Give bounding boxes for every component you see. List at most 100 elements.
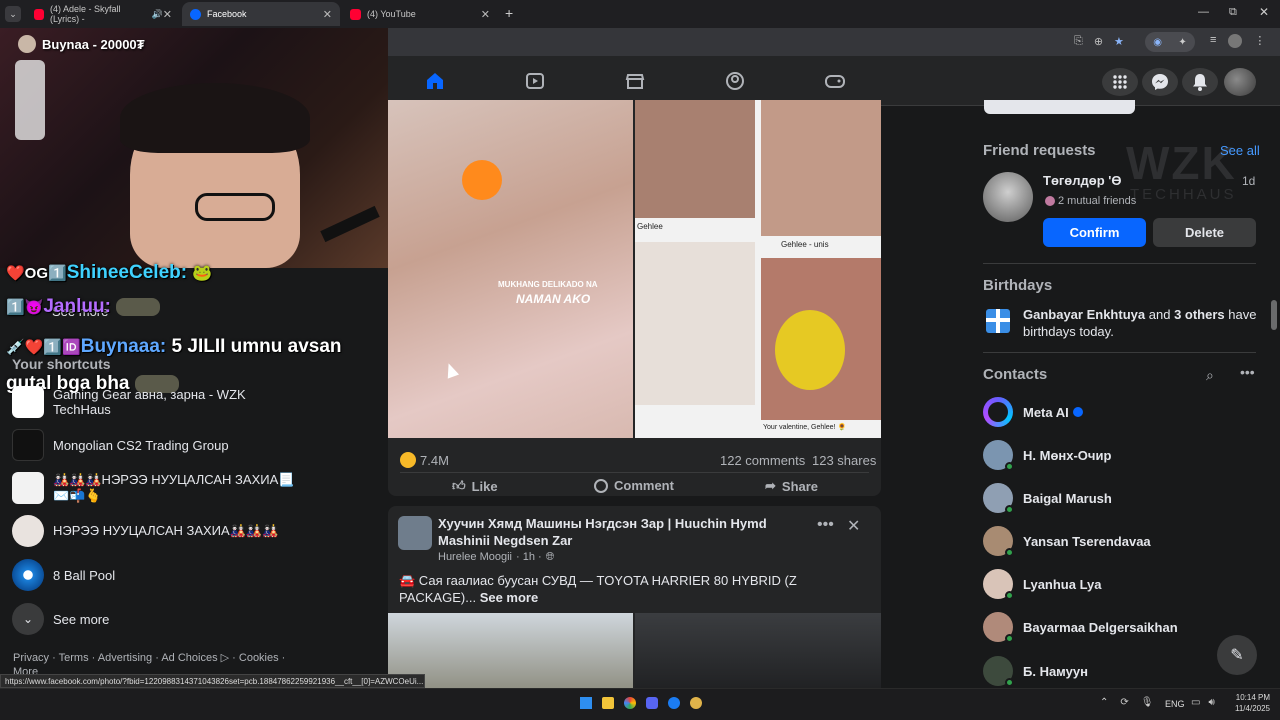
author-name[interactable]: Hurelee Moogii — [438, 551, 512, 564]
contact-item[interactable]: Baigal Marush — [983, 483, 1112, 514]
file-explorer-icon[interactable] — [602, 697, 614, 709]
windows-start-icon[interactable] — [580, 697, 592, 709]
reaction-summary[interactable]: 7.4M — [400, 452, 449, 468]
post-photo-grid[interactable]: Gehlee Gehlee - unis Your valentine, Geh… — [635, 100, 881, 438]
comment-button[interactable]: Comment — [594, 478, 674, 493]
close-window-button[interactable]: ✕ — [1259, 5, 1269, 19]
see-more-link[interactable]: See more — [480, 590, 539, 605]
glasses-decoration — [195, 193, 275, 221]
birthday-others[interactable]: 3 others — [1174, 307, 1225, 322]
contact-item[interactable]: Bayarmaa Delgersaikhan — [983, 612, 1178, 643]
shortcut-item[interactable]: 🎎🎎🎎НЭРЭЭ НУУЦАЛСАН ЗАХИА📃✉️📬🫰 — [12, 472, 302, 504]
app-icon[interactable] — [690, 697, 702, 709]
comments-count[interactable]: 122 comments — [720, 453, 805, 468]
contact-name: Meta AI — [1023, 404, 1069, 420]
discord-icon[interactable] — [646, 697, 658, 709]
search-icon[interactable]: ⌕ — [1206, 367, 1214, 384]
contact-item[interactable]: Meta AI — [983, 397, 1083, 427]
friend-requests-header: Friend requests — [983, 142, 1096, 159]
shares-count[interactable]: 123 shares — [812, 453, 876, 468]
delete-button[interactable]: Delete — [1153, 218, 1256, 247]
donor-avatar — [18, 35, 36, 53]
see-all-link[interactable]: See all — [1220, 143, 1260, 158]
shortcut-item[interactable]: Mongolian CS2 Trading Group — [12, 429, 229, 461]
microphone-icon[interactable]: 🎙︎ — [1141, 697, 1154, 708]
chevron-up-icon[interactable]: ⌃ — [1100, 697, 1108, 708]
groups-icon[interactable] — [724, 70, 746, 92]
monitor-icon[interactable]: ▭ — [1191, 697, 1200, 708]
close-icon[interactable]: ✕ — [163, 8, 172, 21]
new-tab-button[interactable]: + — [505, 5, 513, 21]
new-message-icon[interactable]: ✎ — [1217, 635, 1257, 675]
volume-icon[interactable]: 🔊︎ — [1208, 697, 1214, 708]
install-app-icon[interactable]: ⎘ — [1074, 35, 1083, 48]
menu-grid-icon[interactable] — [1102, 68, 1138, 96]
extensions-group[interactable]: ◉ ✦ — [1145, 32, 1195, 52]
group-name[interactable]: Хуучин Хямд Машины Нэгдсэн Зар | Huuchin… — [438, 515, 808, 549]
contact-item[interactable]: Н. Мөнх-Очир — [983, 440, 1112, 471]
youtube-icon — [34, 8, 44, 20]
more-options-icon[interactable]: ••• — [817, 516, 834, 534]
shortcut-item[interactable]: НЭРЭЭ НУУЦАЛСАН ЗАХИА🎎🎎🎎 — [12, 515, 278, 547]
close-icon[interactable]: ✕ — [323, 8, 332, 21]
sync-icon[interactable]: ⟳ — [1120, 697, 1128, 708]
mutual-friends[interactable]: 2 mutual friends — [1045, 195, 1136, 207]
app-icon[interactable] — [668, 697, 680, 709]
right-sidebar: WZK TECHHAUS Friend requests See all Төг… — [966, 100, 1266, 688]
more-options-icon[interactable]: ••• — [1240, 364, 1255, 380]
tab-list-dropdown[interactable]: ⌄ — [5, 6, 21, 22]
partial-button[interactable] — [984, 100, 1135, 114]
see-more-button[interactable]: ⌄ See more — [12, 603, 109, 635]
tab-youtube[interactable]: (4) YouTube ✕ — [342, 2, 498, 26]
language-indicator[interactable]: ENG — [1165, 699, 1185, 709]
shortcut-item[interactable]: 8 Ball Pool — [12, 559, 115, 591]
post-main-photo[interactable]: MUKHANG DELIKADO NA NAMAN AKO — [388, 100, 633, 438]
messenger-icon[interactable] — [1142, 68, 1178, 96]
contact-item[interactable]: Lyanhua Lya — [983, 569, 1102, 600]
menu-kebab-icon[interactable]: ⋮ — [1254, 34, 1265, 48]
notifications-bell-icon[interactable] — [1182, 68, 1218, 96]
account-avatar[interactable] — [1224, 68, 1256, 96]
divider — [983, 263, 1256, 264]
profile-avatar[interactable] — [1228, 34, 1243, 48]
hide-post-icon[interactable]: ✕ — [847, 516, 860, 536]
contact-item[interactable]: Б. Намуун — [983, 656, 1088, 687]
confirm-button[interactable]: Confirm — [1043, 218, 1146, 247]
bookmark-star-icon[interactable]: ★ — [1114, 35, 1124, 48]
clock[interactable]: 10:14 PM 11/4/2025 — [1230, 692, 1270, 714]
share-button[interactable]: ➦ Share — [765, 478, 818, 494]
tab-facebook[interactable]: Facebook ✕ — [182, 2, 340, 26]
contact-name: Н. Мөнх-Очир — [1023, 447, 1112, 463]
home-icon[interactable] — [424, 70, 446, 92]
gaming-icon[interactable] — [824, 70, 846, 92]
post-time[interactable]: · 1h · — [516, 551, 542, 564]
minimize-button[interactable]: — — [1198, 6, 1209, 18]
online-dot — [1005, 678, 1014, 687]
news-feed: MUKHANG DELIKADO NA NAMAN AKO Gehlee Geh… — [388, 100, 881, 696]
chrome-icon[interactable] — [624, 697, 636, 709]
marketplace-icon[interactable] — [624, 70, 646, 92]
chat-message-2: 1️⃣😈Janluu: — [6, 296, 161, 318]
speaker-icon[interactable]: 🔊 — [152, 9, 163, 20]
reading-list-icon[interactable]: ≡ — [1210, 34, 1216, 48]
tab-adele[interactable]: (4) Adele - Skyfall (Lyrics) - 🔊 ✕ — [26, 2, 180, 26]
car-interior-photo[interactable] — [635, 613, 881, 696]
scrollbar-thumb[interactable] — [1271, 300, 1277, 330]
birthday-and: and — [1148, 307, 1171, 322]
birthday-name[interactable]: Ganbayar Enkhtuya — [1023, 307, 1145, 322]
video-icon[interactable] — [524, 70, 546, 92]
cast-icon[interactable]: ◉ — [1153, 37, 1162, 48]
group-avatar[interactable] — [398, 516, 432, 550]
requester-name[interactable]: Төгөлдөр 'Ө — [1043, 173, 1121, 188]
requester-avatar[interactable] — [983, 172, 1033, 222]
zoom-icon[interactable]: ⊕ — [1094, 35, 1103, 48]
shortcut-item[interactable]: Gaming Gear авна, зарна - WZK TechHaus — [12, 386, 272, 418]
like-button[interactable]: 👍︎ Like — [452, 478, 498, 494]
maximize-button[interactable]: ⧉ — [1229, 6, 1237, 19]
close-icon[interactable]: ✕ — [481, 8, 490, 21]
chat-message-1: ❤️OG1️⃣ShineeCeleb: 🐸 — [6, 262, 212, 284]
contact-name: Б. Намуун — [1023, 663, 1088, 679]
contact-item[interactable]: Yansan Tserendavaa — [983, 526, 1151, 557]
birthdays-header: Birthdays — [983, 277, 1053, 294]
extensions-icon[interactable]: ✦ — [1178, 37, 1186, 48]
